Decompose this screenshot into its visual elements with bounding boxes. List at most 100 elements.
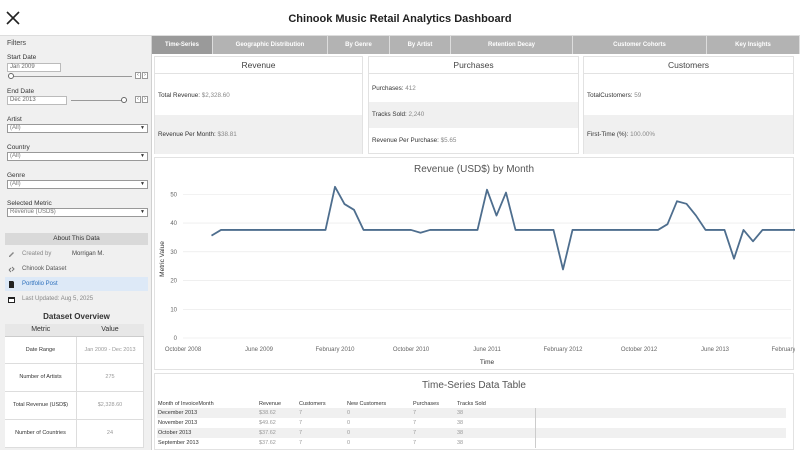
tab-retention-decay[interactable]: Retention Decay — [451, 36, 573, 54]
table-cell: 7 — [413, 440, 417, 446]
metric-cell: Number of Artists — [5, 363, 77, 392]
column-header: New Customers — [347, 401, 387, 407]
table-row: Total Revenue (USD$) $2,328.60 — [5, 391, 145, 420]
table-row: Date Range Jan 2009 - Dec 2013 — [5, 336, 145, 364]
created-by-label: Created by — [22, 251, 52, 257]
tab-geographic-distribution[interactable]: Geographic Distribution — [213, 36, 328, 54]
tab-by-artist[interactable]: By Artist — [390, 36, 451, 54]
x-tick-label: February 2014 — [771, 347, 795, 353]
tab-key-insights[interactable]: Key Insights — [707, 36, 800, 54]
chevron-down-icon: ▼ — [140, 153, 145, 159]
metric-select-value: Revenue (USD$) — [10, 209, 56, 215]
y-tick-label: 30 — [170, 250, 177, 256]
metric-cell: Total Revenue (USD$) — [5, 391, 77, 420]
table-body: December 2013 $38.62 7 0 7 38 November 2013 $49… — [155, 408, 795, 448]
first-time-value: 100.00% — [630, 131, 655, 138]
dataset-overview-table: Metric Value Date Range Jan 2009 - Dec 2… — [5, 324, 145, 448]
start-date-next-button[interactable]: › — [142, 72, 148, 79]
tab-by-genre[interactable]: By Genre — [328, 36, 390, 54]
start-date-slider-handle[interactable] — [8, 73, 14, 79]
table-row: Number of Countries 24 — [5, 419, 145, 448]
genre-select[interactable]: (All) ▼ — [7, 180, 148, 189]
table-cell: 38 — [457, 410, 464, 416]
dataset-overview-title: Dataset Overview — [43, 312, 110, 321]
total-revenue-value: $2,328.60 — [201, 92, 230, 99]
revenue-per-month-line: Revenue Per Month: $38.81 — [157, 131, 362, 138]
total-revenue-label: Total Revenue: — [158, 92, 201, 99]
dataset-link-row[interactable]: Chinook Dataset — [5, 262, 148, 276]
x-tick-label: February 2012 — [543, 347, 583, 353]
dataset-link[interactable]: Chinook Dataset — [22, 262, 66, 276]
table-cell: 7 — [413, 410, 417, 416]
genre-select-value: (All) — [10, 181, 21, 187]
y-axis-label: Metric Value — [159, 241, 166, 277]
end-date-prev-button[interactable]: ‹ — [135, 96, 141, 103]
portfolio-link[interactable]: Portfolio Post — [22, 277, 58, 291]
table-cell: 7 — [299, 420, 303, 426]
value-cell: $2,328.60 — [76, 391, 145, 420]
column-header: Purchases — [413, 401, 439, 407]
column-header: Month of InvoiceMonth — [158, 401, 214, 407]
created-by-row: Created by Morrigan M. — [5, 247, 148, 261]
start-date-prev-button[interactable]: ‹ — [135, 72, 141, 79]
tracks-sold-label: Tracks Sold: — [372, 111, 407, 118]
y-tick-label: 20 — [170, 279, 177, 285]
first-time-line: First-Time (%): 100.00% — [586, 131, 793, 138]
end-date-slider-track[interactable] — [71, 100, 127, 101]
portfolio-link-row[interactable]: Portfolio Post — [5, 277, 148, 291]
tracks-sold-value: 2,240 — [408, 111, 425, 118]
revenue-kpi-title: Revenue — [155, 57, 362, 74]
revenue-line-chart[interactable]: 0 10 20 30 40 50 October 2008 June 2009 February… — [155, 158, 795, 371]
metric-label: Selected Metric — [7, 200, 52, 207]
x-axis-label: Time — [480, 359, 495, 366]
table-cell: $38.62 — [259, 410, 276, 416]
calendar-icon — [8, 297, 15, 303]
column-header: Customers — [299, 401, 326, 407]
table-cell: 0 — [347, 410, 351, 416]
value-cell: Jan 2009 - Dec 2013 — [76, 336, 145, 364]
filters-title: Filters — [7, 40, 27, 47]
link-icon — [8, 266, 15, 273]
end-date-slider-handle[interactable] — [121, 97, 127, 103]
total-customers-line: TotalCustomers: 59 — [586, 92, 793, 99]
chevron-down-icon: ▼ — [140, 209, 145, 215]
y-tick-label: 50 — [170, 192, 177, 198]
tab-time-series[interactable]: Time-Series — [152, 36, 213, 54]
table-row: Number of Artists 275 — [5, 363, 145, 392]
total-customers-value: 59 — [634, 92, 642, 99]
table-cell: 38 — [457, 440, 464, 446]
column-divider — [535, 418, 536, 428]
country-select[interactable]: (All) ▼ — [7, 152, 148, 161]
app-title: Chinook Music Retail Analytics Dashboard — [288, 13, 512, 25]
start-date-input[interactable]: Jan 2009 — [7, 63, 61, 72]
start-date-slider-track[interactable] — [11, 76, 132, 77]
column-header: Tracks Sold — [457, 401, 486, 407]
tab-bar: Time-Series Geographic Distribution By G… — [152, 36, 800, 54]
about-header: About This Data — [5, 233, 148, 245]
table-cell: 0 — [347, 420, 351, 426]
timeseries-table-panel: Time-Series Data Table Month of InvoiceM… — [154, 373, 794, 450]
column-divider — [535, 438, 536, 448]
revenue-per-purchase-label: Revenue Per Purchase: — [372, 137, 439, 144]
artist-select-value: (All) — [10, 125, 21, 131]
table-cell: 7 — [299, 410, 303, 416]
chevron-down-icon: ▼ — [140, 125, 145, 131]
end-date-next-button[interactable]: › — [142, 96, 148, 103]
title-bar: Chinook Music Retail Analytics Dashboard — [0, 0, 800, 36]
metric-select[interactable]: Revenue (USD$) ▼ — [7, 208, 148, 217]
y-tick-label: 40 — [170, 221, 177, 227]
table-cell: 38 — [457, 420, 464, 426]
pencil-icon — [9, 252, 14, 257]
purchases-kpi-card: Purchases Purchases: 412 Tracks Sold: 2,… — [368, 56, 579, 154]
last-updated-row: Last Updated: Aug 5, 2025 — [5, 292, 148, 306]
customers-kpi-card: Customers TotalCustomers: 59 First-Time … — [583, 56, 794, 154]
tab-customer-cohorts[interactable]: Customer Cohorts — [573, 36, 707, 54]
genre-label: Genre — [7, 172, 26, 179]
revenue-per-month-value: $38.81 — [217, 131, 237, 138]
end-date-input[interactable]: Dec 2013 — [7, 96, 67, 105]
revenue-per-month-label: Revenue Per Month: — [158, 131, 216, 138]
artist-select[interactable]: (All) ▼ — [7, 124, 148, 133]
x-tick-label: October 2012 — [621, 347, 658, 353]
x-tick-label: February 2010 — [315, 347, 355, 353]
start-date-label: Start Date — [7, 54, 37, 61]
